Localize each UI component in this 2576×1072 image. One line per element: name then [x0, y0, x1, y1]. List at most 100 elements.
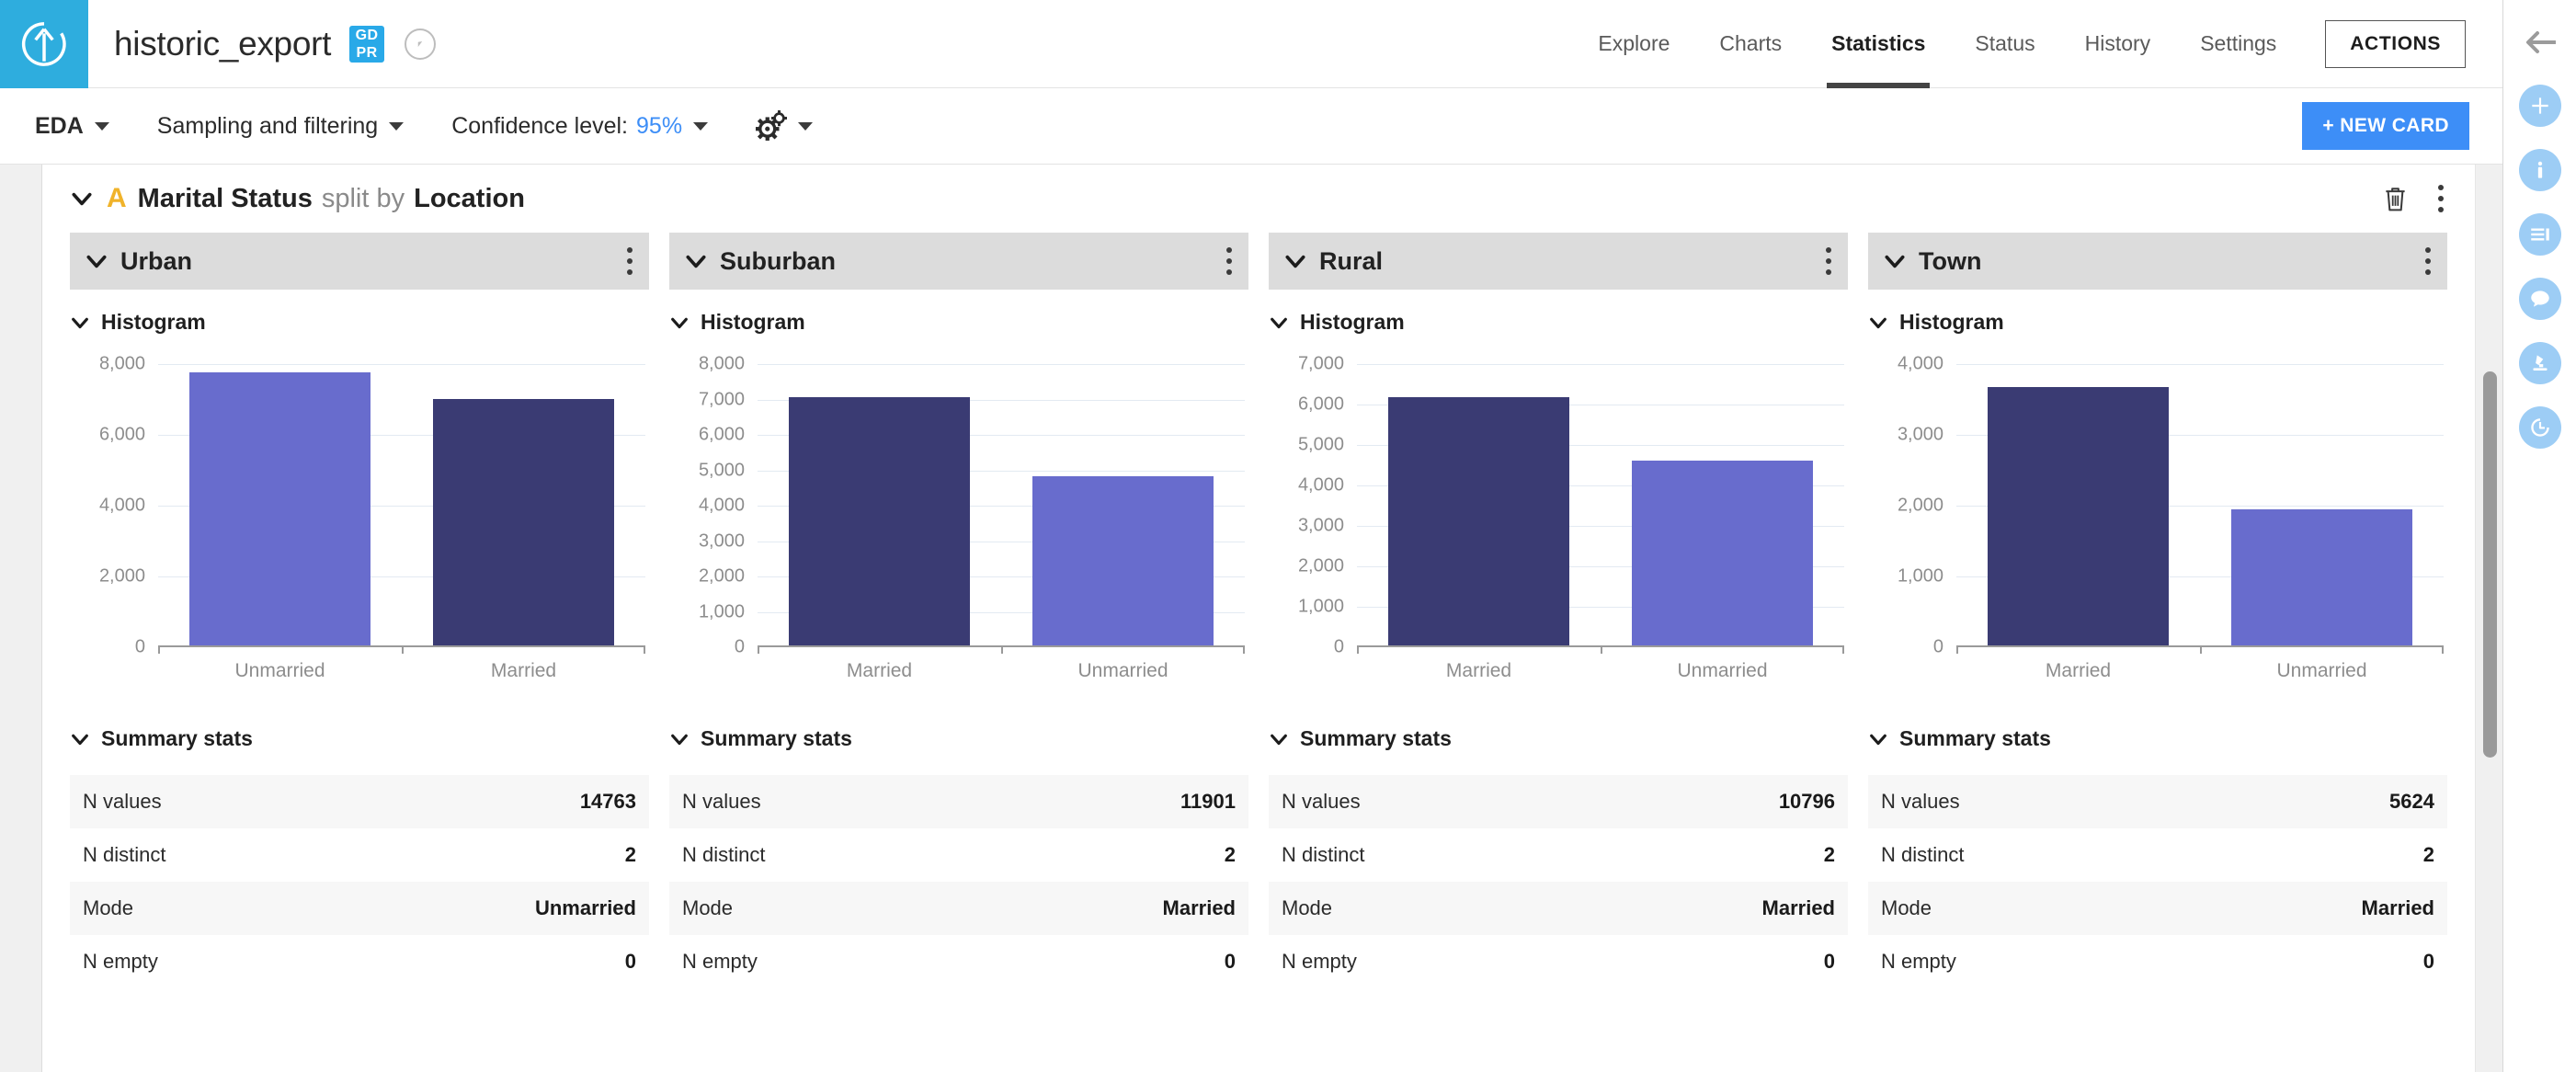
histogram-bar[interactable]: [1988, 386, 2169, 647]
chevron-down-icon[interactable]: [669, 313, 690, 333]
y-axis-tick-label: 0: [1932, 636, 1943, 657]
stat-value: 0: [1823, 950, 1835, 973]
histogram-bar[interactable]: [189, 372, 370, 647]
column-header[interactable]: Suburban: [669, 233, 1248, 290]
nav-item-status[interactable]: Status: [1950, 0, 2059, 88]
y-axis-tick-label: 6,000: [698, 424, 745, 445]
chevron-down-icon[interactable]: [1269, 313, 1289, 333]
summary-label: Summary stats: [701, 726, 852, 750]
kebab-menu-icon[interactable]: [1825, 247, 1831, 275]
y-axis-tick-label: 3,000: [1297, 515, 1344, 536]
histogram-bar[interactable]: [1032, 476, 1214, 647]
chevron-down-icon[interactable]: [70, 729, 90, 749]
rail-history-button[interactable]: [2518, 406, 2561, 449]
app-logo[interactable]: [0, 0, 88, 88]
histogram-bar[interactable]: [1632, 461, 1813, 647]
confidence-value: 95%: [636, 112, 683, 139]
stat-value: 0: [2422, 950, 2434, 973]
statistics-card: A Marital Status split by Location Urban…: [42, 165, 2475, 1072]
rail-chat-button[interactable]: [2518, 278, 2561, 320]
chevron-down-icon[interactable]: [1868, 729, 1888, 749]
histogram-section-header[interactable]: Histogram: [70, 310, 649, 335]
main-column: historic_export GD PR Explore Charts Sta…: [0, 0, 2503, 1072]
compass-needle-icon: [417, 40, 423, 47]
summary-section-header[interactable]: Summary stats: [1868, 726, 2447, 751]
content-area: A Marital Status split by Location Urban…: [0, 165, 2502, 1072]
summary-section-header[interactable]: Summary stats: [70, 726, 649, 751]
table-row: Mode Married: [1868, 882, 2447, 935]
column-header[interactable]: Rural: [1269, 233, 1848, 290]
stat-label: Mode: [83, 896, 134, 919]
bars-layer: Married Unmarried: [758, 364, 1245, 681]
stat-value: 2: [624, 843, 636, 866]
histogram-label: Histogram: [701, 310, 805, 334]
bar-group: Unmarried: [1601, 364, 1844, 681]
chevron-down-icon[interactable]: [684, 249, 708, 273]
y-axis-tick-label: 5,000: [698, 460, 745, 480]
chevron-down-icon[interactable]: [70, 187, 94, 211]
nav-item-history[interactable]: History: [2060, 0, 2176, 88]
x-axis-tick: [644, 645, 645, 654]
histogram-bar[interactable]: [2231, 509, 2412, 647]
confidence-label: Confidence level:: [451, 112, 629, 139]
right-gutter: [2475, 165, 2502, 1072]
summary-label: Summary stats: [1300, 726, 1452, 750]
kebab-menu-icon[interactable]: [2437, 185, 2444, 212]
trash-icon[interactable]: [2383, 185, 2408, 212]
chevron-down-icon[interactable]: [1883, 249, 1907, 273]
column-title: Suburban: [720, 246, 836, 275]
stat-label: N empty: [83, 950, 158, 973]
chevron-down-icon[interactable]: [1868, 313, 1888, 333]
chevron-down-icon[interactable]: [1283, 249, 1307, 273]
nav-item-charts[interactable]: Charts: [1694, 0, 1807, 88]
sampling-filtering-dropdown[interactable]: Sampling and filtering: [157, 113, 405, 140]
kebab-menu-icon[interactable]: [2424, 247, 2431, 275]
rail-lab-button[interactable]: [2518, 342, 2561, 384]
histogram-section-header[interactable]: Histogram: [669, 310, 1248, 335]
table-row: N values 10796: [1269, 775, 1848, 828]
bar-group: Married: [402, 364, 645, 681]
kebab-menu-icon[interactable]: [1225, 247, 1232, 275]
stat-label: N values: [83, 790, 162, 813]
chevron-down-icon: [94, 121, 109, 131]
column-header[interactable]: Urban: [70, 233, 649, 290]
right-rail: [2503, 0, 2576, 1072]
x-axis-tick: [1842, 645, 1844, 654]
confidence-level-dropdown[interactable]: Confidence level: 95%: [451, 112, 709, 140]
eda-dropdown[interactable]: EDA: [35, 113, 109, 140]
new-card-button[interactable]: + NEW CARD: [2302, 102, 2469, 150]
stat-label: N values: [682, 790, 761, 813]
bars-layer: Married Unmarried: [1956, 364, 2444, 681]
stat-label: N values: [1881, 790, 1960, 813]
y-axis-tick-label: 2,000: [1897, 495, 1943, 516]
nav-item-explore[interactable]: Explore: [1573, 0, 1694, 88]
histogram-section-header[interactable]: Histogram: [1269, 310, 1848, 335]
collapse-panel-button[interactable]: [2520, 22, 2560, 63]
display-settings-dropdown[interactable]: [756, 110, 814, 142]
histogram-bar[interactable]: [789, 396, 970, 647]
summary-section-header[interactable]: Summary stats: [669, 726, 1248, 751]
chevron-down-icon[interactable]: [70, 313, 90, 333]
rail-add-button[interactable]: [2518, 85, 2561, 127]
compass-icon[interactable]: [405, 28, 437, 60]
nav-item-settings[interactable]: Settings: [2175, 0, 2301, 88]
summary-section-header[interactable]: Summary stats: [1269, 726, 1848, 751]
histogram-section-header[interactable]: Histogram: [1868, 310, 2447, 335]
vertical-scrollbar[interactable]: [2483, 371, 2497, 758]
rail-details-button[interactable]: [2518, 213, 2561, 256]
x-axis-tick: [1357, 645, 1359, 654]
chevron-down-icon[interactable]: [669, 729, 690, 749]
histogram-bar[interactable]: [433, 399, 614, 647]
chevron-down-icon[interactable]: [85, 249, 108, 273]
chevron-down-icon[interactable]: [1269, 729, 1289, 749]
kebab-menu-icon[interactable]: [626, 247, 633, 275]
bars-layer: Unmarried Married: [158, 364, 645, 681]
column-header[interactable]: Town: [1868, 233, 2447, 290]
histogram-bar[interactable]: [1388, 396, 1569, 647]
nav-item-statistics[interactable]: Statistics: [1807, 0, 1950, 88]
actions-button[interactable]: ACTIONS: [2325, 19, 2466, 68]
stat-value: 14763: [579, 790, 636, 813]
x-axis-tick: [1243, 645, 1245, 654]
rail-info-button[interactable]: [2518, 149, 2561, 191]
stat-label: N distinct: [83, 843, 166, 866]
